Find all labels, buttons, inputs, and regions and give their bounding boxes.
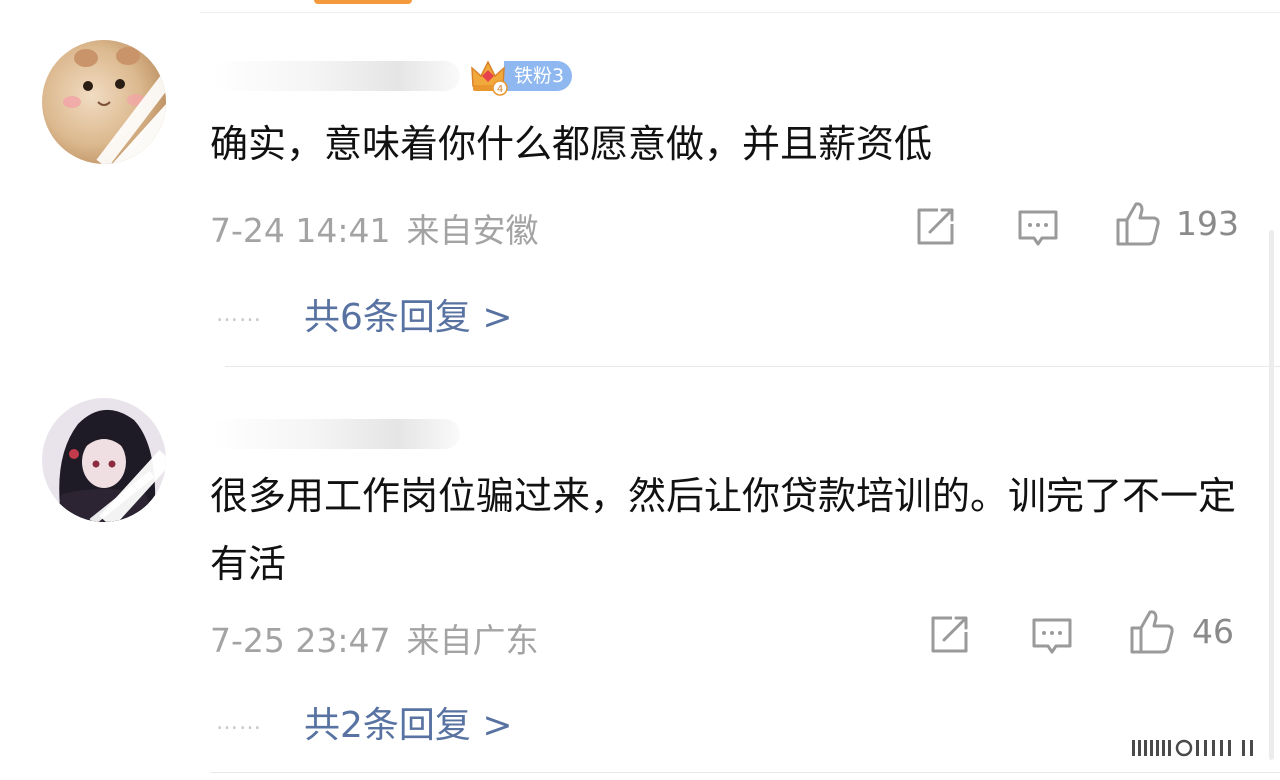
avatar[interactable] xyxy=(42,40,166,164)
username-redacted[interactable] xyxy=(210,61,460,91)
reply-dots: …… xyxy=(216,709,262,735)
comment-icon xyxy=(1018,210,1058,246)
username-row: 4 铁粉3 xyxy=(210,56,573,96)
comment-location: 来自广东 xyxy=(406,621,539,660)
share-button[interactable] xyxy=(928,612,972,656)
comment-meta: 7-25 23:47 来自广东 xyxy=(210,614,539,662)
like-button[interactable] xyxy=(1128,608,1176,656)
fan-badge: 4 铁粉3 xyxy=(468,56,573,96)
like-icon xyxy=(1130,610,1174,654)
comment-location: 来自安徽 xyxy=(406,211,539,250)
comment-divider xyxy=(225,366,1280,367)
view-replies[interactable]: …… 共2条回复 > xyxy=(216,696,513,748)
like-count: 193 xyxy=(1176,204,1239,243)
view-replies[interactable]: …… 共6条回复 > xyxy=(216,288,513,340)
comment-meta: 7-24 14:41 来自安徽 xyxy=(210,204,539,252)
crown-icon: 4 xyxy=(471,60,508,96)
username-redacted[interactable] xyxy=(210,419,460,449)
comment-button[interactable] xyxy=(1016,206,1060,250)
comment-feed: 4 铁粉3 确实，意味着你什么都愿意做，并且薪资低 7-24 14:41 来自安徽 xyxy=(0,0,1280,780)
share-button[interactable] xyxy=(914,204,958,248)
comment-icon xyxy=(1032,618,1072,654)
username-row xyxy=(210,416,460,452)
comment-text: 很多用工作岗位骗过来，然后让你贷款培训的。训完了不一定有活 xyxy=(210,474,1237,586)
comment-button[interactable] xyxy=(1030,614,1074,658)
like-icon xyxy=(1116,202,1160,246)
share-icon xyxy=(917,208,954,245)
like-button[interactable] xyxy=(1114,200,1162,248)
avatar[interactable] xyxy=(42,398,166,522)
comment-time: 7-25 23:47 xyxy=(210,621,391,660)
share-icon xyxy=(931,616,968,653)
bottom-divider xyxy=(210,772,1280,773)
top-divider xyxy=(200,12,1280,13)
svg-text:4: 4 xyxy=(497,84,503,95)
replies-link[interactable]: 共6条回复 > xyxy=(304,288,513,340)
like-count: 46 xyxy=(1192,612,1234,651)
scrollbar[interactable] xyxy=(1269,230,1274,760)
watermark-graphic xyxy=(1132,739,1253,757)
replies-link[interactable]: 共2条回复 > xyxy=(304,696,513,748)
top-tab-indicator xyxy=(314,0,412,4)
comment-text: 确实，意味着你什么都愿意做，并且薪资低 xyxy=(210,122,933,166)
comment-time: 7-24 14:41 xyxy=(210,211,391,250)
reply-dots: …… xyxy=(216,301,262,327)
fan-badge-label: 铁粉3 xyxy=(504,61,573,91)
